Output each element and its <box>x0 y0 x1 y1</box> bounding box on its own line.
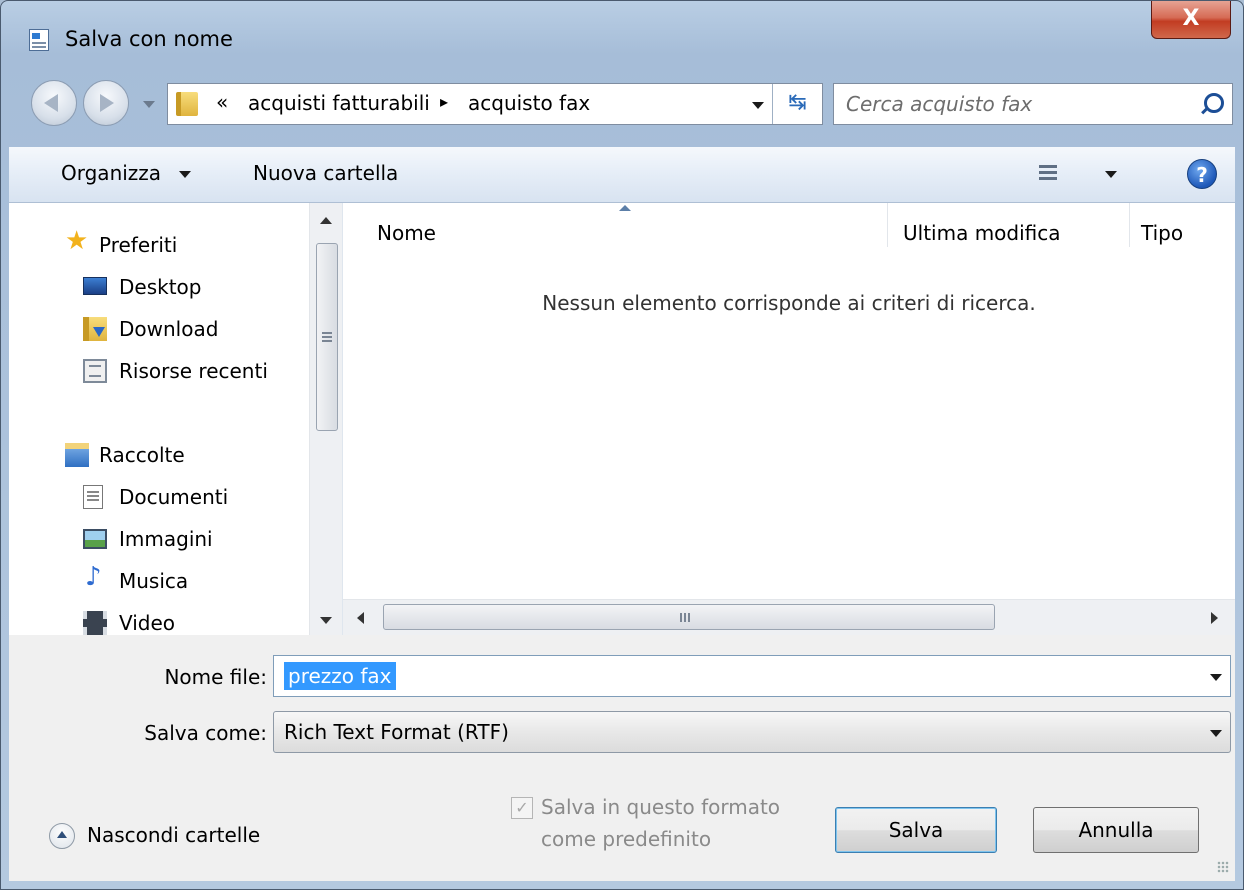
forward-button[interactable] <box>83 80 129 126</box>
sidebar-item-desktop[interactable]: Desktop <box>9 267 309 307</box>
sidebar-item-label: Risorse recenti <box>119 359 268 383</box>
column-header-type[interactable]: Tipo <box>1141 221 1183 245</box>
collapse-up-icon <box>49 823 75 849</box>
sidebar-item-recent-places[interactable]: Risorse recenti <box>9 351 309 391</box>
scrollbar-thumb[interactable] <box>383 604 995 630</box>
scroll-up-icon[interactable] <box>320 217 332 224</box>
close-button[interactable]: X <box>1151 1 1231 39</box>
sidebar-item-download[interactable]: Download <box>9 309 309 349</box>
sidebar-item-label: Video <box>119 611 176 635</box>
save-as-default-checkbox: ✓ <box>511 797 533 819</box>
resize-grip-icon[interactable] <box>1217 861 1229 873</box>
breadcrumb-overflow[interactable]: « <box>216 90 228 114</box>
command-bar: Organizza Nuova cartella ? <box>9 147 1235 203</box>
cancel-button[interactable]: Annulla <box>1033 807 1199 853</box>
column-divider[interactable] <box>1129 203 1130 247</box>
column-header-name[interactable]: Nome <box>377 221 436 245</box>
save-as-default-label: Salva in questo formato <box>541 795 781 819</box>
grip-icon <box>322 332 332 334</box>
sidebar-item-label: Raccolte <box>99 443 185 467</box>
folder-icon <box>176 92 198 116</box>
view-options-icon[interactable] <box>1039 165 1057 183</box>
sidebar-item-label: Preferiti <box>99 233 178 257</box>
navigation-scrollbar[interactable] <box>309 203 342 635</box>
video-icon <box>83 611 107 635</box>
save-as-dialog: Salva con nome X « acquisti fatturabili … <box>0 0 1244 890</box>
sidebar-item-label: Musica <box>119 569 189 593</box>
help-icon[interactable]: ? <box>1187 159 1217 189</box>
back-button[interactable] <box>31 80 77 126</box>
scroll-down-icon[interactable] <box>320 617 332 624</box>
document-icon <box>83 485 103 509</box>
sidebar-item-music[interactable]: ♪ Musica <box>9 561 309 601</box>
save-as-default-label: come predefinito <box>541 827 712 851</box>
search-box[interactable] <box>833 83 1233 125</box>
sidebar-item-label: Immagini <box>119 527 213 551</box>
recent-places-icon <box>83 359 107 383</box>
picture-icon <box>83 529 107 549</box>
chevron-down-icon[interactable] <box>1210 730 1222 737</box>
filename-input[interactable] <box>282 662 1186 688</box>
save-options-panel: Nome file: prezzo fax Salva come: Rich T… <box>9 635 1235 881</box>
music-icon: ♪ <box>85 562 102 592</box>
navigation-pane: ★ Preferiti Desktop Download Risorse rec… <box>9 203 343 635</box>
file-list[interactable]: Nome Ultima modifica Tipo Nessun element… <box>343 203 1235 635</box>
window-title: Salva con nome <box>65 27 233 51</box>
breadcrumb-item[interactable]: acquisti fatturabili <box>248 91 430 115</box>
app-icon <box>29 29 49 51</box>
hide-folders-label: Nascondi cartelle <box>87 823 261 847</box>
save-type-label: Salva come: <box>144 721 267 745</box>
address-dropdown-icon[interactable] <box>752 102 764 109</box>
desktop-icon <box>83 277 107 295</box>
filename-label: Nome file: <box>164 665 267 689</box>
breadcrumb-item[interactable]: acquisto fax <box>468 91 590 115</box>
sidebar-item-label: Desktop <box>119 275 202 299</box>
sidebar-item-pictures[interactable]: Immagini <box>9 519 309 559</box>
hide-folders-button[interactable]: Nascondi cartelle <box>49 821 289 857</box>
scroll-right-icon[interactable] <box>1211 612 1218 624</box>
sidebar-item-video[interactable]: Video <box>9 603 309 635</box>
title-bar: Salva con nome X <box>1 1 1243 81</box>
breadcrumb-separator-icon[interactable]: ▸ <box>440 92 448 111</box>
search-icon[interactable] <box>1204 93 1224 113</box>
sidebar-item-favorites[interactable]: ★ Preferiti <box>9 225 309 265</box>
sidebar-item-documents[interactable]: Documenti <box>9 477 309 517</box>
save-type-value: Rich Text Format (RTF) <box>284 720 509 744</box>
column-divider[interactable] <box>887 203 888 247</box>
filename-selected-text[interactable]: prezzo fax <box>284 662 396 690</box>
scroll-left-icon[interactable] <box>357 612 364 624</box>
chevron-down-icon[interactable] <box>1210 674 1222 681</box>
horizontal-scrollbar[interactable] <box>343 599 1235 635</box>
sidebar-item-label: Documenti <box>119 485 229 509</box>
column-header-modified[interactable]: Ultima modifica <box>903 221 1061 245</box>
empty-state-message: Nessun elemento corrisponde ai criteri d… <box>542 291 1036 315</box>
sort-ascending-icon <box>619 205 631 211</box>
recent-locations-dropdown-icon[interactable] <box>143 101 155 108</box>
sidebar-item-label: Download <box>119 317 219 341</box>
star-icon: ★ <box>65 226 89 256</box>
save-type-select[interactable]: Rich Text Format (RTF) <box>273 711 1231 753</box>
new-folder-button[interactable]: Nuova cartella <box>253 161 398 185</box>
chevron-down-icon[interactable] <box>179 171 191 178</box>
search-input[interactable] <box>844 91 1168 117</box>
scrollbar-thumb[interactable] <box>316 243 338 431</box>
save-button[interactable]: Salva <box>835 807 997 853</box>
sidebar-item-libraries[interactable]: Raccolte <box>9 435 309 475</box>
refresh-button[interactable]: ↹ <box>772 84 822 124</box>
library-icon <box>65 443 89 467</box>
organize-button[interactable]: Organizza <box>61 161 161 185</box>
grip-icon <box>680 613 682 622</box>
address-bar[interactable]: « acquisti fatturabili ▸ acquisto fax ↹ <box>167 83 823 125</box>
chevron-down-icon[interactable] <box>1105 171 1117 178</box>
filename-combobox[interactable]: prezzo fax <box>273 655 1231 697</box>
download-folder-icon <box>83 317 107 341</box>
